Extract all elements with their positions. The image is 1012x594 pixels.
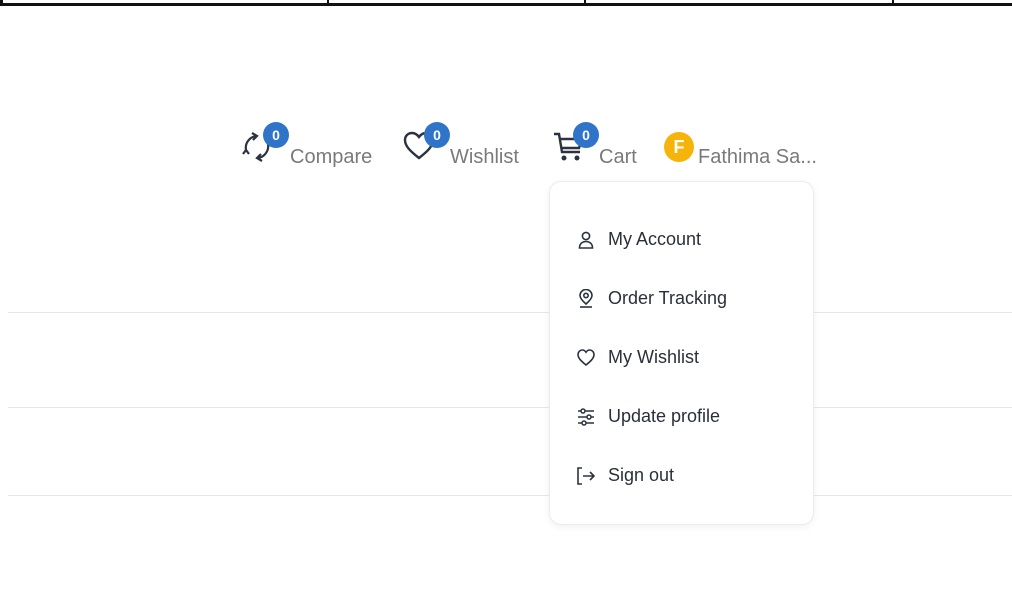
wishlist-label: Wishlist xyxy=(450,146,519,168)
menu-item-my-account[interactable]: My Account xyxy=(550,220,813,260)
menu-item-label: My Wishlist xyxy=(608,347,699,367)
menu-item-sign-out[interactable]: Sign out xyxy=(550,456,813,496)
menu-item-my-wishlist[interactable]: My Wishlist xyxy=(550,338,813,378)
cart-label: Cart xyxy=(599,146,637,168)
divider xyxy=(8,407,1012,408)
user-menu-toggle[interactable]: F Fathima Sa... xyxy=(664,122,824,172)
table-border xyxy=(0,0,3,6)
menu-item-label: My Account xyxy=(608,229,702,249)
menu-item-label: Order Tracking xyxy=(608,288,728,308)
user-icon xyxy=(576,230,596,250)
compare-label: Compare xyxy=(290,146,373,168)
sign-out-icon xyxy=(576,466,596,486)
divider xyxy=(8,495,1012,496)
menu-item-label: Update profile xyxy=(608,406,721,426)
wishlist-count-badge: 0 xyxy=(424,122,450,148)
location-icon xyxy=(576,288,596,309)
menu-item-update-profile[interactable]: Update profile xyxy=(550,397,813,437)
user-dropdown-menu: My Account Order Tracking My Wishlist Up… xyxy=(549,181,814,525)
table-cell-divider xyxy=(584,0,586,6)
heart-icon xyxy=(576,348,596,368)
table-cell-divider xyxy=(892,0,894,6)
table-cell-divider xyxy=(327,0,329,6)
user-name: Fathima Sa... xyxy=(698,146,817,168)
avatar: F xyxy=(664,132,694,162)
sliders-icon xyxy=(576,407,596,427)
menu-item-label: Sign out xyxy=(608,465,675,485)
compare-count-badge: 0 xyxy=(263,122,289,148)
table-bottom-edge xyxy=(0,0,1012,6)
compare-link[interactable]: 0 Compare xyxy=(240,122,380,172)
cart-link[interactable]: 0 Cart xyxy=(552,122,652,172)
wishlist-link[interactable]: 0 Wishlist xyxy=(402,122,532,172)
page: 0 Compare 0 Wishlist 0 Cart F Fathima Sa… xyxy=(0,0,1012,594)
cart-count-badge: 0 xyxy=(573,122,599,148)
menu-item-order-tracking[interactable]: Order Tracking xyxy=(550,279,813,319)
divider xyxy=(8,312,1012,313)
